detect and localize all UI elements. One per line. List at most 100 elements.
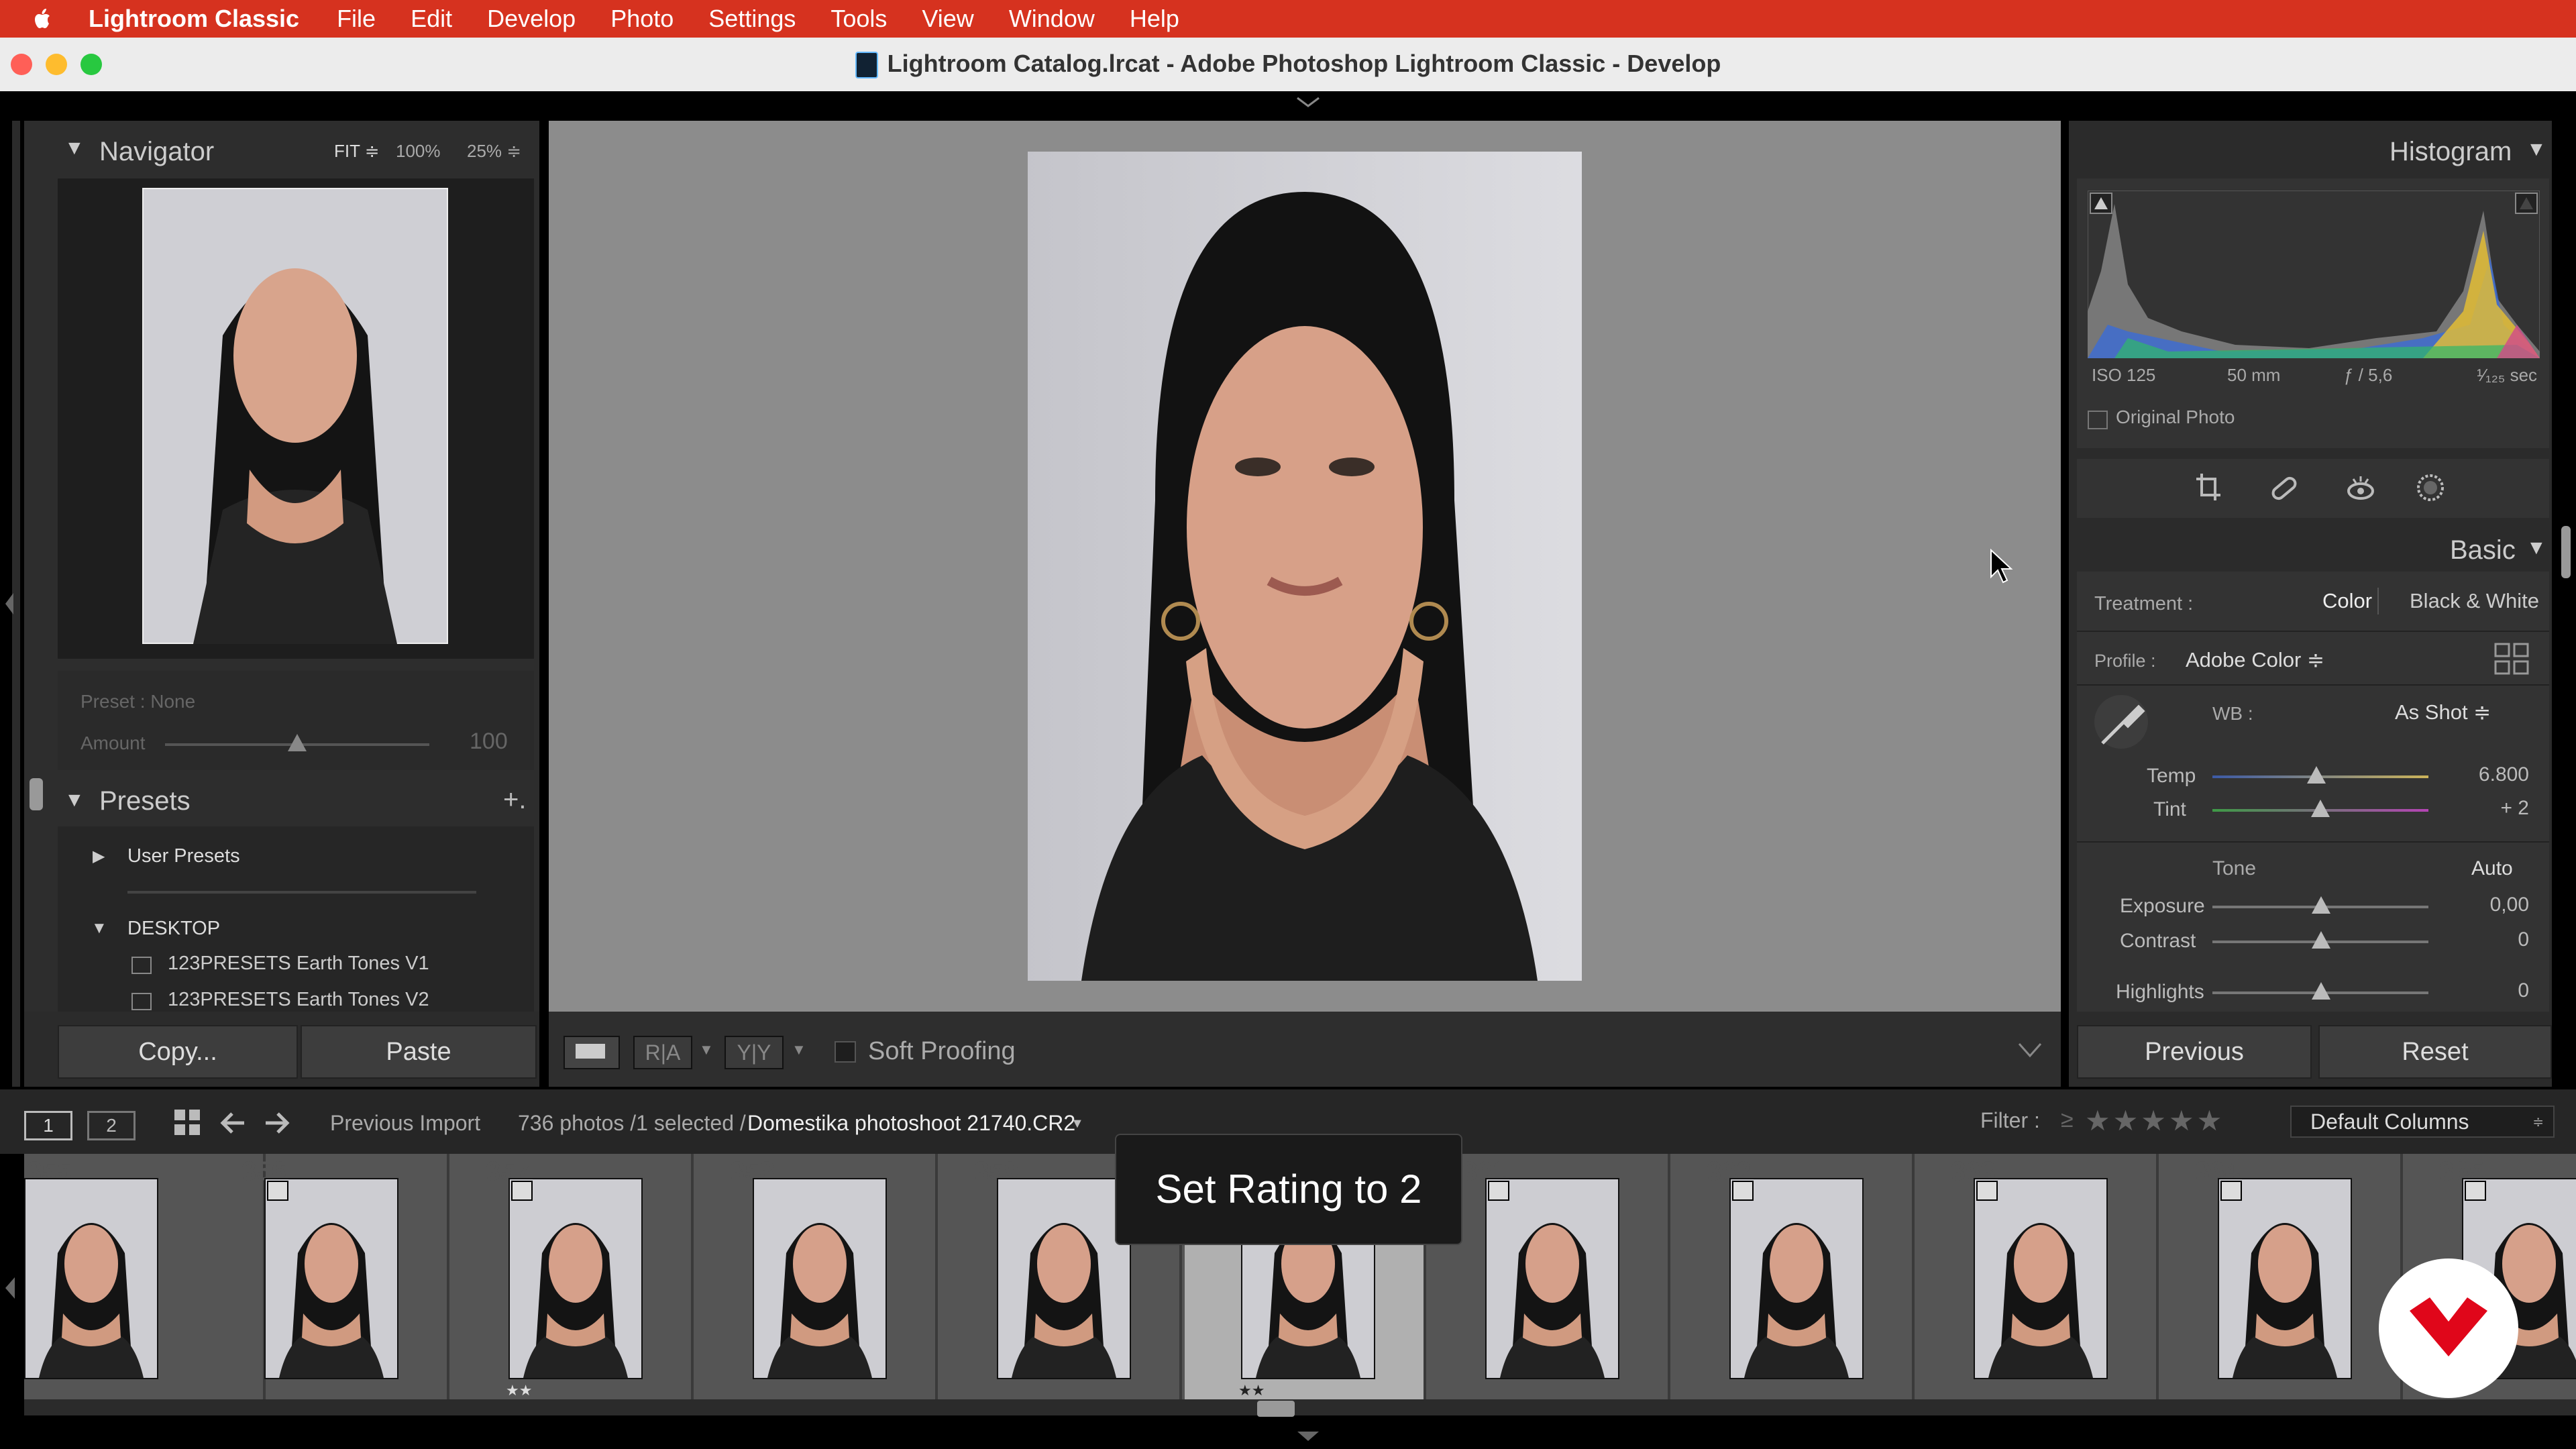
grid-view-icon[interactable]	[173, 1108, 203, 1138]
menu-settings[interactable]: Settings	[708, 5, 796, 33]
source-label[interactable]: Previous Import	[330, 1111, 480, 1136]
filmstrip-thumbnail[interactable]	[753, 1178, 887, 1379]
filmstrip-left-toggle-icon[interactable]	[1, 1275, 17, 1301]
desktop-expand-icon[interactable]: ▼	[91, 919, 107, 938]
before-after-dropdown-icon[interactable]: ▼	[699, 1041, 714, 1059]
apple-icon[interactable]	[30, 5, 56, 32]
navigator-collapse-icon[interactable]: ▼	[64, 137, 85, 160]
highlights-label: Highlights	[2116, 981, 2204, 1003]
menu-help[interactable]: Help	[1130, 5, 1179, 33]
before-after-split-button[interactable]: Y|Y	[724, 1036, 784, 1069]
forward-arrow-icon[interactable]	[263, 1110, 290, 1136]
before-after-button[interactable]: R|A	[633, 1036, 692, 1069]
preset-item[interactable]: 123PRESETS Earth Tones V2	[168, 989, 429, 1011]
user-presets-folder[interactable]: User Presets	[127, 845, 240, 867]
red-eye-icon[interactable]	[2345, 474, 2376, 503]
menu-file[interactable]: File	[337, 5, 376, 33]
amount-slider-handle[interactable]	[288, 734, 307, 751]
add-preset-button[interactable]: +.	[503, 785, 526, 815]
menu-window[interactable]: Window	[1009, 5, 1095, 33]
profile-browser-icon[interactable]	[2494, 643, 2529, 675]
filter-preset-value: Default Columns	[2310, 1110, 2469, 1134]
crop-icon[interactable]	[2195, 472, 2222, 503]
back-arrow-icon[interactable]	[220, 1110, 247, 1136]
stack-badge-icon[interactable]	[1488, 1181, 1509, 1201]
wb-dropdown[interactable]: As Shot ≑	[2395, 700, 2491, 724]
main-photo[interactable]	[1028, 152, 1582, 981]
histogram-collapse-icon[interactable]: ▼	[2526, 138, 2546, 161]
main-window-button[interactable]: 1	[24, 1111, 72, 1140]
stack-badge-icon[interactable]	[2220, 1181, 2242, 1201]
right-panel-scrollbar[interactable]	[2561, 526, 2571, 578]
split-dropdown-icon[interactable]: ▼	[792, 1041, 806, 1059]
tone-auto-button[interactable]: Auto	[2471, 857, 2513, 880]
treatment-color[interactable]: Color	[2322, 589, 2372, 613]
filmstrip-thumbnail[interactable]	[264, 1178, 398, 1379]
filmstrip-cell-divider	[447, 1154, 449, 1399]
original-photo-checkbox[interactable]	[2088, 411, 2108, 429]
contrast-value[interactable]: 0	[2449, 928, 2529, 951]
loupe-view-button[interactable]	[564, 1036, 620, 1069]
masking-icon[interactable]	[2415, 472, 2446, 503]
filmstrip-thumbnail[interactable]	[1974, 1178, 2108, 1379]
profile-dropdown[interactable]: Adobe Color ≑	[2186, 648, 2324, 672]
menu-tools[interactable]: Tools	[830, 5, 887, 33]
user-presets-expand-icon[interactable]: ▶	[93, 847, 105, 866]
filmstrip-thumbnail[interactable]	[1729, 1178, 1864, 1379]
stack-badge-icon[interactable]	[511, 1181, 533, 1201]
highlights-value[interactable]: 0	[2449, 979, 2529, 1002]
zoom-100[interactable]: 100%	[396, 141, 441, 162]
reset-button[interactable]: Reset	[2318, 1025, 2552, 1079]
filmstrip-scrollbar-thumb[interactable]	[1257, 1401, 1295, 1417]
menu-develop[interactable]: Develop	[487, 5, 576, 33]
top-panel-toggle-icon[interactable]	[1295, 95, 1322, 109]
toolbar-menu-icon[interactable]	[2017, 1041, 2043, 1060]
basic-collapse-icon[interactable]: ▼	[2526, 537, 2546, 559]
tint-value[interactable]: + 2	[2449, 797, 2529, 820]
secondary-window-button[interactable]: 2	[87, 1111, 136, 1140]
filename-dropdown-icon[interactable]: ▼	[1071, 1116, 1084, 1132]
previous-button[interactable]: Previous	[2077, 1025, 2312, 1079]
wb-eyedropper-icon[interactable]	[2093, 694, 2149, 750]
stack-badge-icon[interactable]	[1732, 1181, 1754, 1201]
temp-value[interactable]: 6.800	[2449, 763, 2529, 786]
zoom-fit[interactable]: FIT ≑	[334, 141, 380, 162]
preset-item[interactable]: 123PRESETS Earth Tones V1	[168, 953, 429, 975]
highlights-slider-handle[interactable]	[2312, 982, 2330, 1000]
app-menu[interactable]: Lightroom Classic	[89, 5, 299, 33]
filmstrip-thumbnail[interactable]	[1485, 1178, 1619, 1379]
tint-slider-handle[interactable]	[2311, 800, 2330, 817]
filmstrip-thumbnail[interactable]	[508, 1178, 643, 1379]
copy-button[interactable]: Copy...	[58, 1025, 298, 1079]
desktop-folder[interactable]: DESKTOP	[127, 918, 220, 940]
exposure-slider-handle[interactable]	[2312, 896, 2330, 914]
filter-operator[interactable]: ≥	[2061, 1107, 2074, 1133]
filmstrip-thumbnail[interactable]	[2218, 1178, 2352, 1379]
zoom-25[interactable]: 25% ≑	[467, 141, 521, 162]
navigator-preview-image[interactable]	[142, 188, 448, 644]
paste-button[interactable]: Paste	[301, 1025, 537, 1079]
left-panel-toggle-icon[interactable]	[3, 590, 16, 617]
soft-proofing-checkbox[interactable]	[835, 1041, 856, 1063]
healing-icon[interactable]	[2269, 474, 2300, 503]
left-panel-scrollbar[interactable]	[30, 778, 43, 810]
stack-badge-icon[interactable]	[1976, 1181, 1998, 1201]
filmstrip-thumbnail[interactable]	[997, 1178, 1131, 1379]
menu-view[interactable]: View	[922, 5, 973, 33]
bottom-panel-toggle-icon[interactable]	[1295, 1429, 1322, 1442]
treatment-bw[interactable]: Black & White	[2410, 589, 2539, 613]
stack-badge-icon[interactable]	[2465, 1181, 2486, 1201]
filter-star-rating[interactable]: ★★★★★	[2085, 1104, 2224, 1137]
menu-photo[interactable]: Photo	[610, 5, 674, 33]
window-title: Lightroom Catalog.lrcat - Adobe Photosho…	[0, 50, 2576, 79]
current-filename[interactable]: Domestika photoshoot 21740.CR2	[747, 1111, 1075, 1136]
menu-edit[interactable]: Edit	[411, 5, 452, 33]
temp-slider-handle[interactable]	[2306, 766, 2326, 784]
presets-collapse-icon[interactable]: ▼	[64, 789, 85, 812]
contrast-slider-handle[interactable]	[2312, 931, 2330, 949]
filmstrip-thumbnail[interactable]	[24, 1178, 158, 1379]
thumbnail-image	[754, 1179, 885, 1378]
exposure-value[interactable]: 0,00	[2449, 894, 2529, 916]
stack-badge-icon[interactable]	[267, 1181, 288, 1201]
filter-preset-dropdown[interactable]: Default Columns ≑	[2290, 1106, 2555, 1138]
